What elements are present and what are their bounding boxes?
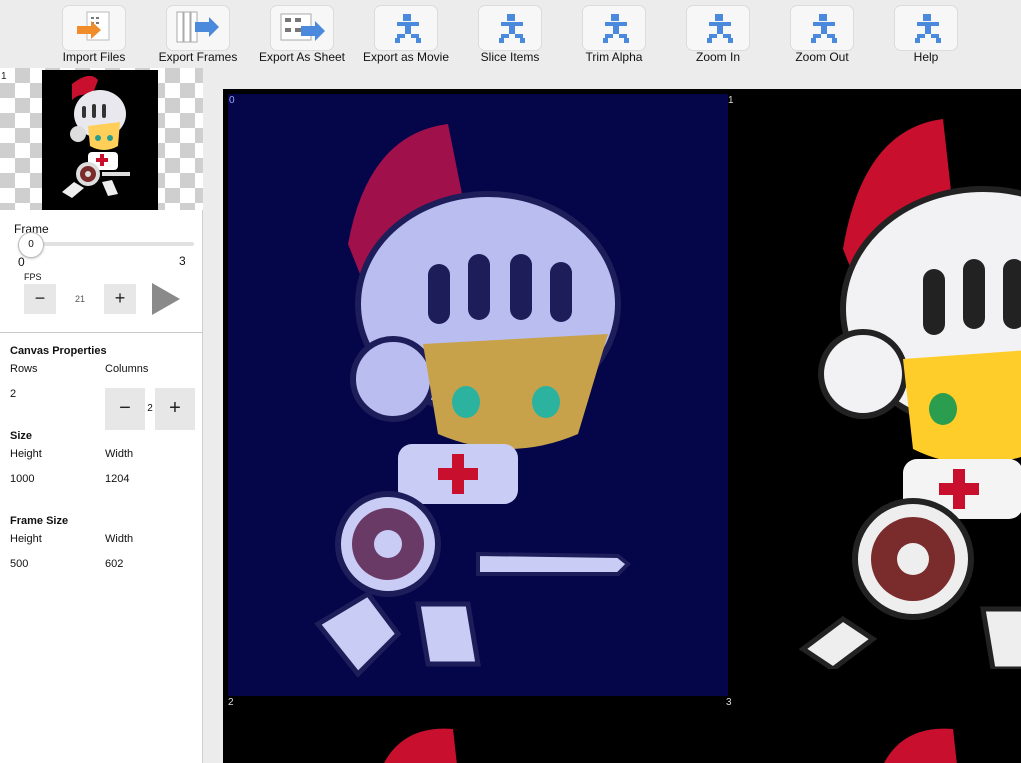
play-icon xyxy=(152,283,180,315)
columns-decrement-button[interactable]: − xyxy=(105,388,145,430)
frame-size-width-value[interactable]: 602 xyxy=(105,558,123,570)
properties-panel: Frame 0 0 3 FPS − 21 + Canvas Properties… xyxy=(0,210,203,763)
slice-items-icon xyxy=(478,5,542,51)
export-movie-button[interactable]: Export as Movie xyxy=(354,4,458,68)
frame-thumbnail-strip: 1 xyxy=(0,68,203,210)
canvas-area: 0 1 2 3 xyxy=(204,68,1021,763)
knight-thumbnail-image xyxy=(62,75,130,198)
export-frames-label: Export Frames xyxy=(158,50,238,64)
play-button[interactable] xyxy=(152,283,180,315)
export-sheet-label: Export As Sheet xyxy=(258,50,346,64)
size-height-value[interactable]: 1000 xyxy=(10,473,34,485)
size-width-value[interactable]: 1204 xyxy=(105,473,129,485)
import-files-icon xyxy=(62,5,126,51)
frame-slider-max: 3 xyxy=(179,254,186,268)
zoom-out-label: Zoom Out xyxy=(795,50,849,64)
fps-value-field[interactable]: 21 xyxy=(56,284,104,314)
fps-label: FPS xyxy=(24,272,42,282)
fps-decrement-button[interactable]: − xyxy=(24,284,56,314)
zoom-in-button[interactable]: Zoom In xyxy=(666,4,770,68)
export-movie-label: Export as Movie xyxy=(362,50,450,64)
frame-size-height-value[interactable]: 500 xyxy=(10,558,28,570)
knight-frame-1-image xyxy=(798,119,1021,669)
frame-thumbnail[interactable] xyxy=(42,70,158,210)
frame-size-title: Frame Size xyxy=(10,515,69,527)
zoom-out-icon xyxy=(790,5,854,51)
export-sheet-icon xyxy=(270,5,334,51)
columns-increment-button[interactable]: + xyxy=(155,388,195,430)
rows-label: Rows xyxy=(10,363,38,375)
frame-slider-min: 0 xyxy=(18,255,25,269)
canvas-properties-title: Canvas Properties xyxy=(10,345,107,357)
size-height-label: Height xyxy=(10,448,42,460)
export-sheet-button[interactable]: Export As Sheet xyxy=(250,4,354,68)
export-movie-icon xyxy=(374,5,438,51)
zoom-out-button[interactable]: Zoom Out xyxy=(770,4,874,68)
zoom-in-label: Zoom In xyxy=(695,50,740,64)
trim-alpha-icon xyxy=(582,5,646,51)
knight-frame-2-image xyxy=(384,728,457,763)
frame-size-height-label: Height xyxy=(10,533,42,545)
columns-label: Columns xyxy=(105,363,149,375)
trim-alpha-button[interactable]: Trim Alpha xyxy=(562,4,666,68)
thumbnail-index: 1 xyxy=(1,71,7,82)
frame-size-width-label: Width xyxy=(105,533,134,545)
columns-value-field[interactable]: 2 xyxy=(145,388,155,430)
size-title: Size xyxy=(10,430,33,442)
zoom-in-icon xyxy=(686,5,750,51)
slice-items-label: Slice Items xyxy=(480,50,540,64)
rows-value[interactable]: 2 xyxy=(10,388,16,400)
import-files-label: Import Files xyxy=(62,50,126,64)
slice-items-button[interactable]: Slice Items xyxy=(458,4,562,68)
knight-frame-0-image xyxy=(314,124,631,678)
import-files-button[interactable]: Import Files xyxy=(42,4,146,68)
trim-alpha-label: Trim Alpha xyxy=(585,50,643,64)
help-button[interactable]: Help xyxy=(874,4,978,68)
help-label: Help xyxy=(913,50,939,64)
sprite-canvas[interactable]: 0 1 2 3 xyxy=(223,89,1021,763)
columns-stepper: − 2 + xyxy=(105,388,195,430)
export-frames-button[interactable]: Export Frames xyxy=(146,4,250,68)
fps-stepper: − 21 + xyxy=(24,284,136,314)
frame-slider-track[interactable] xyxy=(22,242,194,246)
fps-increment-button[interactable]: + xyxy=(104,284,136,314)
frame-index-3: 3 xyxy=(726,697,732,708)
export-frames-icon xyxy=(166,5,230,51)
toolbar: Import Files Export Frames Export As She… xyxy=(0,0,1021,68)
knight-frame-3-image xyxy=(884,728,957,763)
frame-index-1: 1 xyxy=(728,95,734,106)
frame-index-2: 2 xyxy=(228,697,234,708)
help-icon xyxy=(894,5,958,51)
size-width-label: Width xyxy=(105,448,134,460)
panel-divider xyxy=(0,332,203,333)
